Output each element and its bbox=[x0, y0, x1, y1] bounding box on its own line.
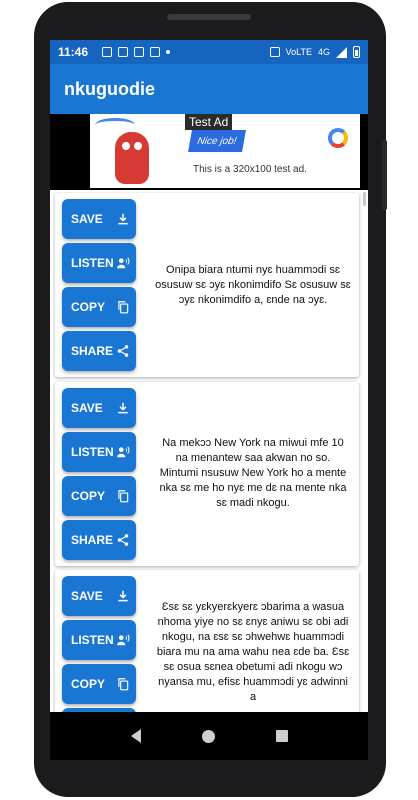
ad-banner[interactable]: Nice job! This is a 320x100 test ad. Tes… bbox=[90, 114, 360, 188]
share-label: SHARE bbox=[71, 533, 114, 547]
ad-caption: This is a 320x100 test ad. bbox=[193, 164, 307, 175]
ad-area: Nice job! This is a 320x100 test ad. Tes… bbox=[50, 114, 368, 190]
listen-label: LISTEN bbox=[71, 633, 114, 647]
status-time: 11:46 bbox=[58, 45, 89, 59]
copy-icon bbox=[116, 300, 130, 314]
listen-label: LISTEN bbox=[71, 256, 114, 270]
sim-icon bbox=[118, 47, 129, 57]
gmail-icon bbox=[150, 47, 161, 57]
quote-card: SAVE LISTEN COPY SHARE Ɛsɛ sɛ yɛkyerɛkye… bbox=[55, 570, 359, 712]
s-icon bbox=[102, 47, 113, 57]
listen-button[interactable]: LISTEN bbox=[62, 432, 136, 472]
quote-text: Onipa biara ntumi nyɛ huammɔdi sɛ osusuw… bbox=[155, 264, 351, 306]
save-label: SAVE bbox=[71, 212, 103, 226]
ad-logo-icon[interactable] bbox=[328, 128, 348, 148]
signal-icon bbox=[336, 46, 347, 58]
save-button[interactable]: SAVE bbox=[62, 388, 136, 428]
app-title: nkuguodie bbox=[64, 78, 155, 99]
home-icon[interactable] bbox=[201, 729, 215, 743]
app-bar: nkuguodie bbox=[50, 64, 368, 114]
copy-label: COPY bbox=[71, 677, 106, 691]
copy-button[interactable]: COPY bbox=[62, 287, 136, 327]
back-icon[interactable] bbox=[130, 729, 141, 743]
copy-label: COPY bbox=[71, 300, 106, 314]
save-button[interactable]: SAVE bbox=[62, 199, 136, 239]
listen-label: LISTEN bbox=[71, 445, 114, 459]
download-icon bbox=[116, 401, 130, 415]
copy-icon bbox=[116, 677, 130, 691]
copy-button[interactable]: COPY bbox=[62, 664, 136, 704]
nav-bar bbox=[50, 712, 368, 760]
battery-icon bbox=[353, 46, 360, 58]
phone-side-button bbox=[382, 140, 387, 210]
save-label: SAVE bbox=[71, 401, 103, 415]
check-icon bbox=[134, 47, 145, 57]
speaker-person-icon bbox=[116, 256, 130, 270]
share-button[interactable]: SHARE bbox=[62, 520, 136, 560]
share-icon bbox=[116, 533, 130, 547]
listen-button[interactable]: LISTEN bbox=[62, 243, 136, 283]
quote-text: Na mekɔɔ New York na miwui mfe 10 na men… bbox=[159, 437, 347, 509]
speaker-person-icon bbox=[116, 633, 130, 647]
dot-icon bbox=[166, 50, 171, 54]
copy-label: COPY bbox=[71, 489, 106, 503]
recents-icon[interactable] bbox=[275, 730, 288, 742]
download-icon bbox=[116, 589, 130, 603]
save-button[interactable]: SAVE bbox=[62, 576, 136, 616]
vibrate-icon bbox=[269, 47, 280, 57]
network-label: VoLTE bbox=[285, 47, 312, 57]
quote-text: Ɛsɛ sɛ yɛkyerɛkyerɛ ɔbarima a wasua nhom… bbox=[156, 601, 350, 703]
quote-card: SAVE LISTEN COPY SHARE Onipa biara ntumi… bbox=[55, 193, 359, 377]
ad-arc-graphic bbox=[95, 118, 135, 132]
ad-mascot-image bbox=[115, 132, 149, 184]
copy-button[interactable]: COPY bbox=[62, 476, 136, 516]
quote-card: SAVE LISTEN COPY SHARE Na mekɔɔ New York… bbox=[55, 382, 359, 566]
share-label: SHARE bbox=[71, 344, 114, 358]
quote-list[interactable]: SAVE LISTEN COPY SHARE Onipa biara ntumi… bbox=[50, 190, 368, 712]
screen: 11:46 VoLTE 4G nkuguodie Nice job! This … bbox=[50, 40, 368, 760]
listen-button[interactable]: LISTEN bbox=[62, 620, 136, 660]
save-label: SAVE bbox=[71, 589, 103, 603]
ad-bubble: Nice job! bbox=[188, 130, 246, 152]
share-icon bbox=[116, 344, 130, 358]
scrollbar-thumb[interactable] bbox=[363, 192, 366, 206]
share-button[interactable]: SHARE bbox=[62, 331, 136, 371]
status-bar: 11:46 VoLTE 4G bbox=[50, 40, 368, 64]
ad-label: Test Ad bbox=[185, 114, 233, 130]
speaker-person-icon bbox=[116, 445, 130, 459]
phone-speaker bbox=[167, 14, 251, 20]
download-icon bbox=[116, 212, 130, 226]
cell-label: 4G bbox=[317, 47, 330, 57]
copy-icon bbox=[116, 489, 130, 503]
